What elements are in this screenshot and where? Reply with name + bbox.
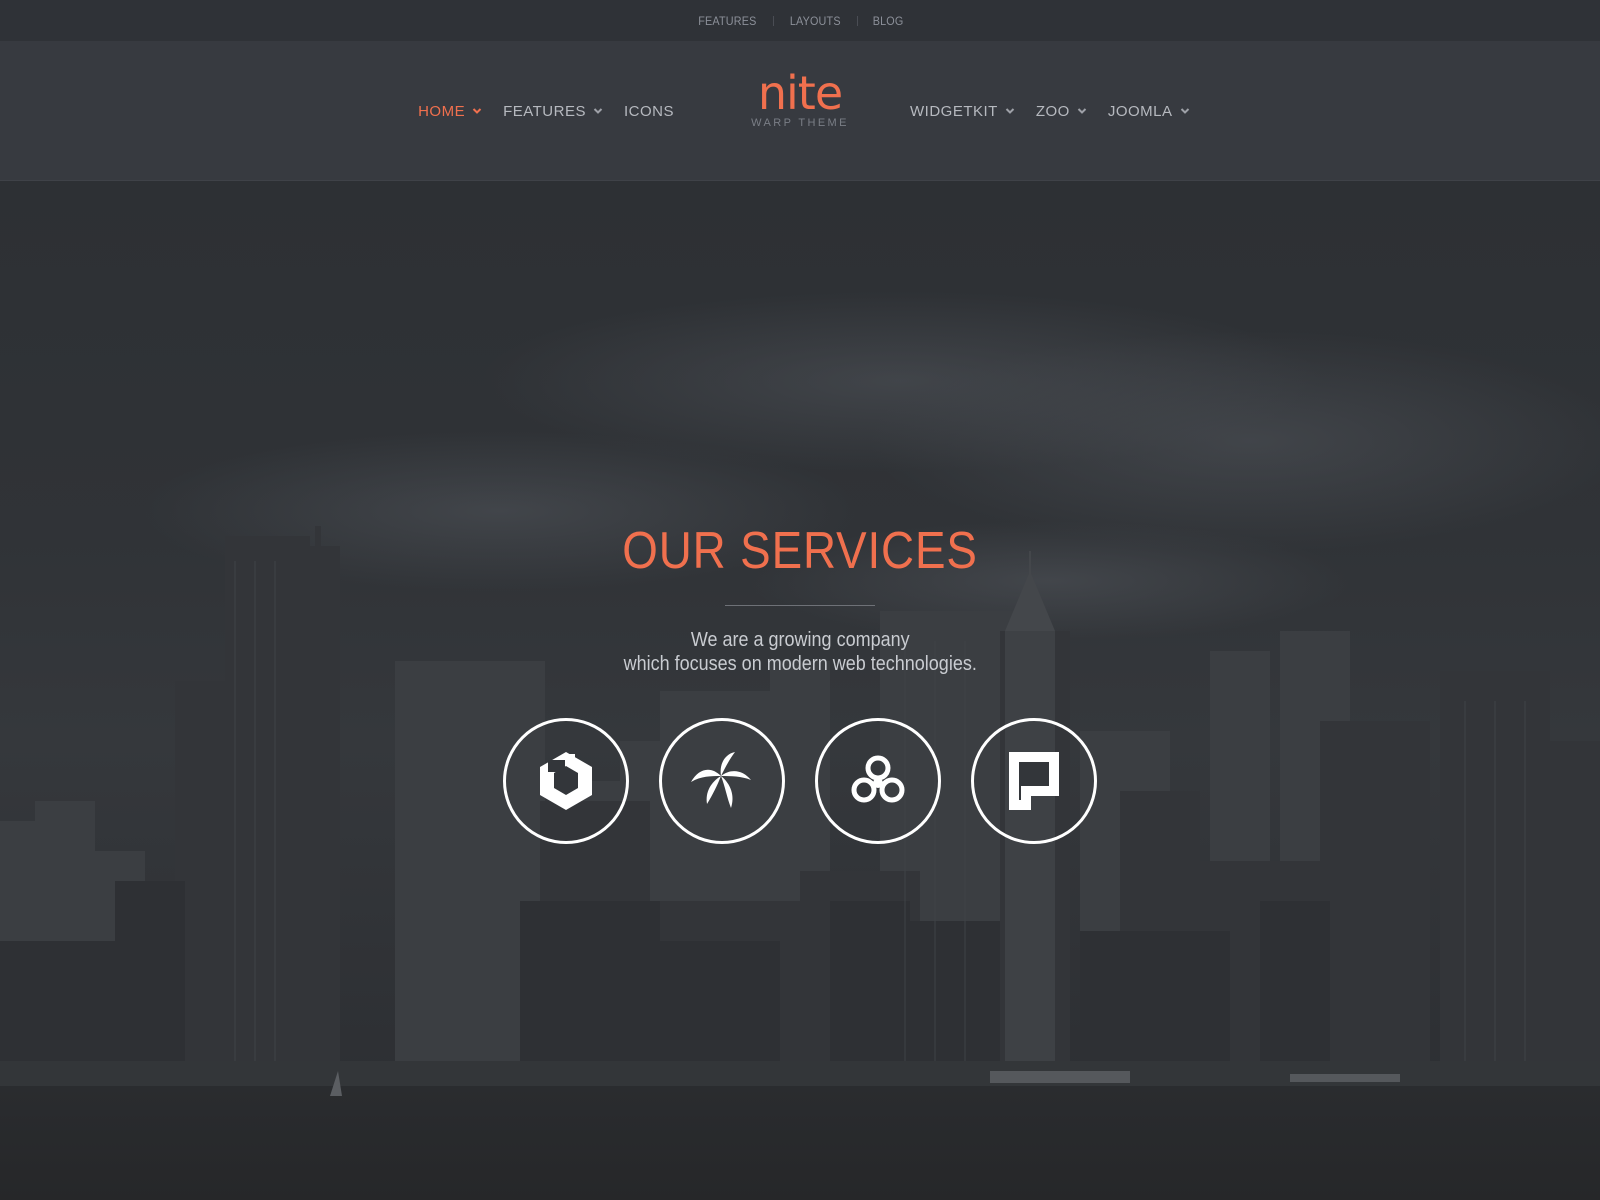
hero-section: OUR SERVICES We are a growing company wh…	[0, 181, 1600, 1200]
nav-item-icons[interactable]: ICONS	[624, 103, 674, 120]
hero-content: OUR SERVICES We are a growing company wh…	[0, 521, 1600, 676]
hero-description: We are a growing company which focuses o…	[623, 628, 976, 676]
toolbar-link-blog[interactable]: BLOG	[872, 14, 903, 28]
service-uikit-button[interactable]	[503, 718, 629, 844]
main-nav-left: HOME FEATURES ICONS	[398, 41, 674, 181]
hero-text-line1: We are a growing company	[690, 629, 910, 651]
nav-item-joomla[interactable]: JOOMLA	[1108, 103, 1191, 120]
chevron-down-icon	[471, 105, 483, 117]
logo-name: nite	[758, 69, 842, 117]
toolbar-divider	[856, 15, 858, 26]
toolbar-menu: FEATURES LAYOUTS BLOG	[695, 14, 904, 28]
city-skyline-background	[0, 291, 1600, 1200]
uikit-icon	[540, 752, 592, 810]
service-pagekit-button[interactable]	[971, 718, 1097, 844]
chevron-down-icon	[592, 105, 604, 117]
nav-item-label: ICONS	[623, 102, 674, 120]
nav-item-label: ZOO	[1035, 102, 1070, 120]
nav-item-label: JOOMLA	[1107, 102, 1173, 120]
nav-item-zoo[interactable]: ZOO	[1036, 103, 1088, 120]
palm-leaf-icon	[691, 752, 751, 808]
hero-title: OUR SERVICES	[622, 522, 978, 580]
nav-item-label: WIDGETKIT	[910, 102, 998, 120]
nav-item-widgetkit[interactable]: WIDGETKIT	[910, 103, 1016, 120]
top-toolbar: FEATURES LAYOUTS BLOG	[0, 0, 1600, 41]
chevron-down-icon	[1004, 105, 1016, 117]
nav-item-label: FEATURES	[503, 102, 586, 120]
hero-divider	[725, 605, 875, 606]
site-header: HOME FEATURES ICONS nite WARP THEME WIDG…	[0, 41, 1600, 181]
toolbar-link-layouts[interactable]: LAYOUTS	[790, 14, 841, 28]
nav-item-label: HOME	[418, 102, 466, 120]
nav-item-features[interactable]: FEATURES	[503, 103, 604, 120]
nite-logo-wordmark: nite	[758, 69, 843, 117]
toolbar-link-features[interactable]: FEATURES	[699, 14, 757, 28]
three-circles-icon	[851, 755, 905, 803]
logo-subtitle: WARP THEME	[751, 117, 849, 129]
hero-text-line2: which focuses on modern web technologies…	[623, 653, 977, 675]
chevron-down-icon	[1179, 105, 1191, 117]
service-three-circles-button[interactable]	[815, 718, 941, 844]
service-icons	[0, 718, 1600, 844]
service-palm-button[interactable]	[659, 718, 785, 844]
site-logo[interactable]: nite WARP THEME	[700, 69, 900, 159]
pagekit-icon	[1009, 752, 1059, 810]
main-nav-right: WIDGETKIT ZOO JOOMLA	[910, 41, 1211, 181]
nav-item-home[interactable]: HOME	[418, 103, 483, 120]
chevron-down-icon	[1076, 105, 1088, 117]
toolbar-divider	[773, 15, 775, 26]
